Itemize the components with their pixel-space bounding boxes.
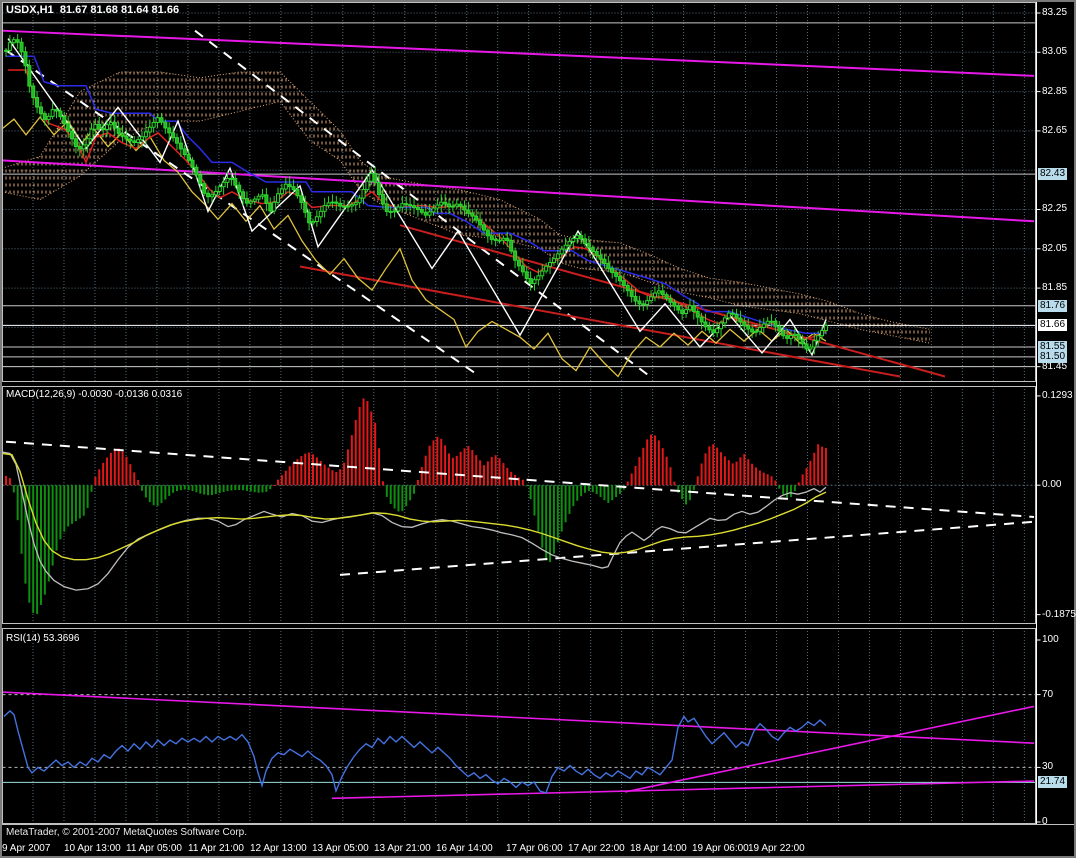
time-axis-label: 18 Apr 14:00 [630, 843, 687, 854]
price-axis-label: 0 [1042, 815, 1048, 827]
price-axis-label: 83.05 [1042, 46, 1068, 58]
price-axis-badge: 82.43 [1038, 168, 1068, 181]
price-axis-label: 0.1293 [1042, 389, 1073, 401]
time-axis-label: 19 Apr 06:00 [692, 843, 749, 854]
price-axis-label: 70 [1042, 688, 1054, 700]
price-axis-label: 30 [1042, 761, 1054, 773]
price-axis-label: -0.1875 [1042, 608, 1076, 620]
price-axis-label: 0.00 [1042, 479, 1062, 491]
metatrader-chart-window: USDX,H1 81.67 81.68 81.64 81.66 MACD(12,… [0, 0, 1076, 858]
time-axis-label: 11 Apr 21:00 [188, 843, 244, 854]
price-axis-label: 82.05 [1042, 242, 1068, 254]
price-axis-badge: 21.74 [1038, 776, 1068, 789]
price-axis-badge: 81.76 [1038, 299, 1068, 312]
time-axis-label: 17 Apr 06:00 [506, 843, 563, 854]
time-axis-label: 13 Apr 05:00 [312, 843, 369, 854]
time-axis-label: 16 Apr 14:00 [436, 843, 493, 854]
main-chart-panel[interactable] [2, 2, 1036, 382]
time-axis-label: 17 Apr 22:00 [568, 843, 625, 854]
metatrader-watermark: MetaTrader, © 2001-2007 MetaQuotes Softw… [6, 827, 248, 838]
price-axis-badge: 81.66 [1038, 319, 1068, 332]
price-axis-label: 81.85 [1042, 282, 1068, 294]
time-axis-label: 19 Apr 22:00 [748, 843, 805, 854]
macd-panel[interactable] [2, 386, 1036, 624]
time-axis-label: 13 Apr 21:00 [374, 843, 431, 854]
time-axis-label: 11 Apr 05:00 [126, 843, 182, 854]
time-axis-label: 9 Apr 2007 [2, 843, 51, 854]
price-axis-label: 100 [1042, 634, 1059, 645]
price-axis-label: 82.65 [1042, 124, 1068, 136]
price-axis-label: 83.25 [1042, 7, 1068, 18]
rsi-panel[interactable] [2, 628, 1036, 824]
price-axis-label: 82.85 [1042, 85, 1068, 97]
time-axis-label: 12 Apr 13:00 [250, 843, 307, 854]
price-axis-badge: 81.50 [1038, 350, 1068, 363]
time-axis-label: 10 Apr 13:00 [64, 843, 121, 854]
price-axis-label: 82.25 [1042, 203, 1068, 215]
